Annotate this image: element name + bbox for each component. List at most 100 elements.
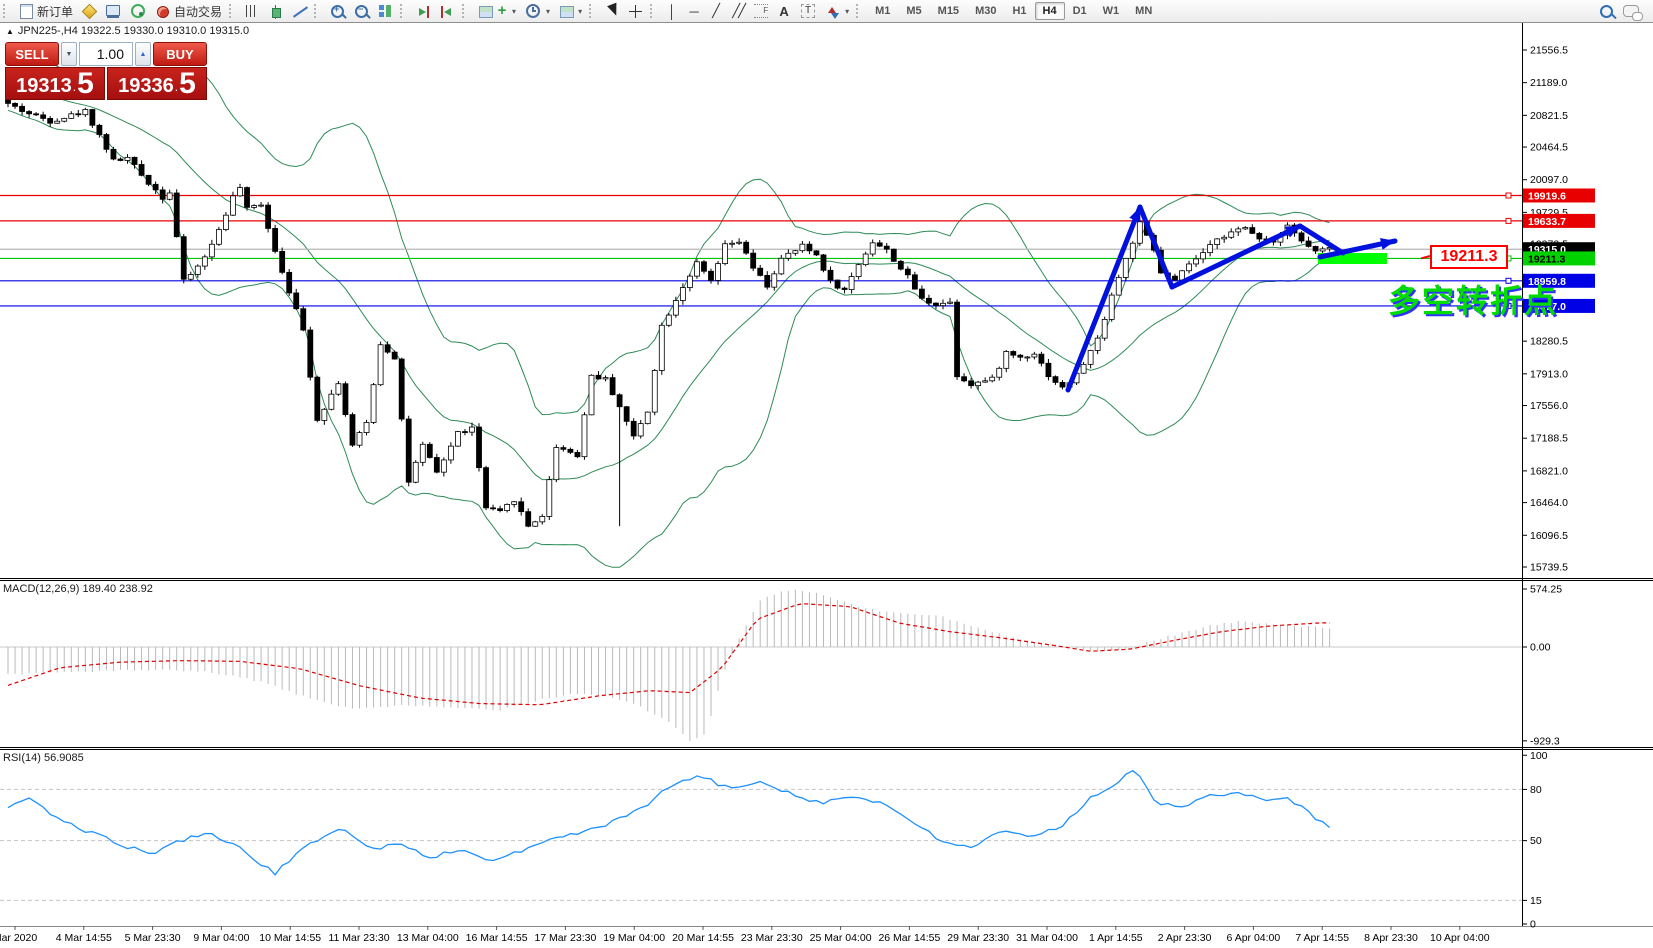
- line-chart-button[interactable]: [288, 3, 311, 20]
- chevron-down-icon: ▾: [845, 6, 850, 16]
- svg-text:13 Mar 04:00: 13 Mar 04:00: [397, 932, 459, 944]
- collapse-triangle-icon[interactable]: ▲: [6, 27, 14, 36]
- svg-text:100: 100: [1530, 750, 1548, 762]
- sell-button[interactable]: SELL: [5, 42, 59, 66]
- fibonacci-button[interactable]: F: [749, 1, 773, 21]
- svg-text:31 Mar 04:00: 31 Mar 04:00: [1016, 932, 1078, 944]
- svg-text:17 Mar 23:30: 17 Mar 23:30: [534, 932, 596, 944]
- text-label-icon: T: [801, 4, 816, 18]
- chat-icon[interactable]: [1623, 5, 1643, 21]
- volume-input[interactable]: 1.00: [79, 42, 133, 66]
- templates-button[interactable]: ▾: [554, 2, 586, 20]
- svg-text:7 Apr 14:55: 7 Apr 14:55: [1295, 932, 1349, 944]
- tab-timeframe-h4[interactable]: H4: [1034, 2, 1065, 20]
- toolbar-grip: [856, 4, 862, 18]
- bar-chart-button[interactable]: [240, 2, 264, 20]
- mt4-window: 新订单 自动交易 + − + ▾ ▾ ▾ │ ─ ╱ ╱╱ F A T ▾ M1…: [0, 0, 1653, 948]
- svg-text:Mar 2020: Mar 2020: [0, 932, 37, 944]
- svg-text:4 Mar 14:55: 4 Mar 14:55: [56, 932, 112, 944]
- cursor-button[interactable]: [600, 2, 624, 20]
- buy-price-main: 19336: [118, 75, 174, 97]
- tab-timeframe-m30[interactable]: M30: [967, 2, 1004, 20]
- tab-timeframe-m1[interactable]: M1: [867, 2, 898, 20]
- tab-timeframe-m15[interactable]: M15: [930, 2, 967, 20]
- fibonacci-icon: F: [754, 4, 769, 18]
- data-window-button[interactable]: [101, 2, 125, 20]
- crosshair-button[interactable]: [624, 3, 647, 20]
- candlestick-icon: [270, 5, 282, 19]
- tile-windows-button[interactable]: [373, 2, 397, 20]
- buy-price[interactable]: 19336 . 5: [107, 67, 207, 100]
- chinese-note-annotation[interactable]: 多空转折点: [1388, 276, 1558, 322]
- tab-timeframe-m5[interactable]: M5: [898, 2, 929, 20]
- text-icon: A: [779, 3, 789, 19]
- vertical-line-button[interactable]: │: [661, 3, 683, 20]
- channel-button[interactable]: ╱╱: [727, 2, 749, 20]
- search-icon[interactable]: [1600, 4, 1613, 18]
- candlestick-chart-button[interactable]: [264, 2, 288, 20]
- add-indicator-button[interactable]: + ▾: [473, 2, 520, 20]
- bar-chart-icon: [246, 5, 259, 17]
- auto-scroll-icon: [417, 5, 430, 18]
- tab-timeframe-h1[interactable]: H1: [1004, 2, 1034, 20]
- trendline-button[interactable]: ╱: [705, 2, 727, 20]
- crosshair-icon: [629, 4, 643, 18]
- svg-text:16821.0: 16821.0: [1530, 465, 1568, 477]
- tab-timeframe-w1[interactable]: W1: [1095, 2, 1128, 20]
- periods-button[interactable]: ▾: [520, 1, 554, 21]
- toolbar: 新订单 自动交易 + − + ▾ ▾ ▾ │ ─ ╱ ╱╱ F A T ▾ M1…: [0, 0, 1653, 23]
- svg-text:20097.0: 20097.0: [1530, 174, 1568, 186]
- svg-text:0.00: 0.00: [1530, 642, 1551, 654]
- svg-text:17556.0: 17556.0: [1530, 400, 1568, 412]
- toolbar-grip: [3, 4, 9, 18]
- indicator-chart-icon: [479, 6, 494, 18]
- volume-increase-button[interactable]: ▲: [135, 42, 151, 66]
- horizontal-line-button[interactable]: ─: [683, 3, 705, 20]
- navigator-button[interactable]: [125, 1, 151, 21]
- gold-diamond-icon: [81, 3, 98, 20]
- tab-timeframe-mn[interactable]: MN: [1127, 2, 1160, 20]
- svg-text:15: 15: [1530, 895, 1542, 907]
- volume-decrease-button[interactable]: ▼: [61, 42, 77, 66]
- symbol-header: ▲ JPN225-,H4 19322.5 19330.0 19310.0 193…: [6, 25, 249, 37]
- svg-text:29 Mar 23:30: 29 Mar 23:30: [947, 932, 1009, 944]
- svg-text:17188.5: 17188.5: [1530, 433, 1568, 445]
- template-icon: [560, 6, 575, 18]
- tile-windows-icon: [379, 5, 392, 17]
- svg-text:574.25: 574.25: [1530, 584, 1562, 596]
- svg-text:1 Apr 14:55: 1 Apr 14:55: [1089, 932, 1143, 944]
- autotrade-icon: [157, 6, 170, 18]
- sell-price-main: 19313: [16, 75, 72, 97]
- svg-text:21189.0: 21189.0: [1530, 77, 1567, 89]
- buy-button[interactable]: BUY: [153, 42, 207, 66]
- auto-scroll-button[interactable]: [411, 2, 435, 20]
- toolbar-grip: [462, 4, 468, 18]
- arrows-button[interactable]: ▾: [821, 2, 853, 20]
- svg-text:16 Mar 14:55: 16 Mar 14:55: [466, 932, 528, 944]
- chart-shift-button[interactable]: [435, 2, 459, 20]
- terminal-icon: [106, 5, 121, 16]
- text-label-button[interactable]: T: [795, 1, 821, 21]
- chart-shift-icon: [441, 5, 453, 17]
- text-button[interactable]: A: [773, 3, 795, 20]
- toolbar-grip: [650, 4, 656, 18]
- svg-text:19919.6: 19919.6: [1528, 190, 1566, 202]
- svg-text:11 Mar 23:30: 11 Mar 23:30: [328, 932, 389, 944]
- sell-price[interactable]: 19313 . 5: [5, 67, 105, 100]
- new-order-icon: [20, 4, 33, 19]
- trendline-icon: ╱: [712, 3, 720, 18]
- chart-canvas[interactable]: 21556.521189.020821.520464.520097.019729…: [0, 0, 1653, 948]
- toolbar-grip: [314, 4, 320, 18]
- price-tag-annotation[interactable]: 19211.3: [1430, 245, 1508, 269]
- tab-timeframe-d1[interactable]: D1: [1065, 2, 1095, 20]
- profiles-button[interactable]: [77, 2, 101, 20]
- zoom-out-button[interactable]: −: [349, 2, 373, 20]
- svg-text:2 Apr 23:30: 2 Apr 23:30: [1158, 932, 1212, 944]
- svg-text:20464.5: 20464.5: [1530, 142, 1568, 154]
- svg-text:23 Mar 23:30: 23 Mar 23:30: [741, 932, 803, 944]
- svg-text:15739.5: 15739.5: [1530, 562, 1568, 574]
- new-order-button[interactable]: 新订单: [14, 2, 77, 21]
- auto-trading-button[interactable]: 自动交易: [151, 2, 226, 21]
- zoom-in-button[interactable]: +: [325, 2, 349, 20]
- svg-text:10 Apr 04:00: 10 Apr 04:00: [1430, 932, 1490, 944]
